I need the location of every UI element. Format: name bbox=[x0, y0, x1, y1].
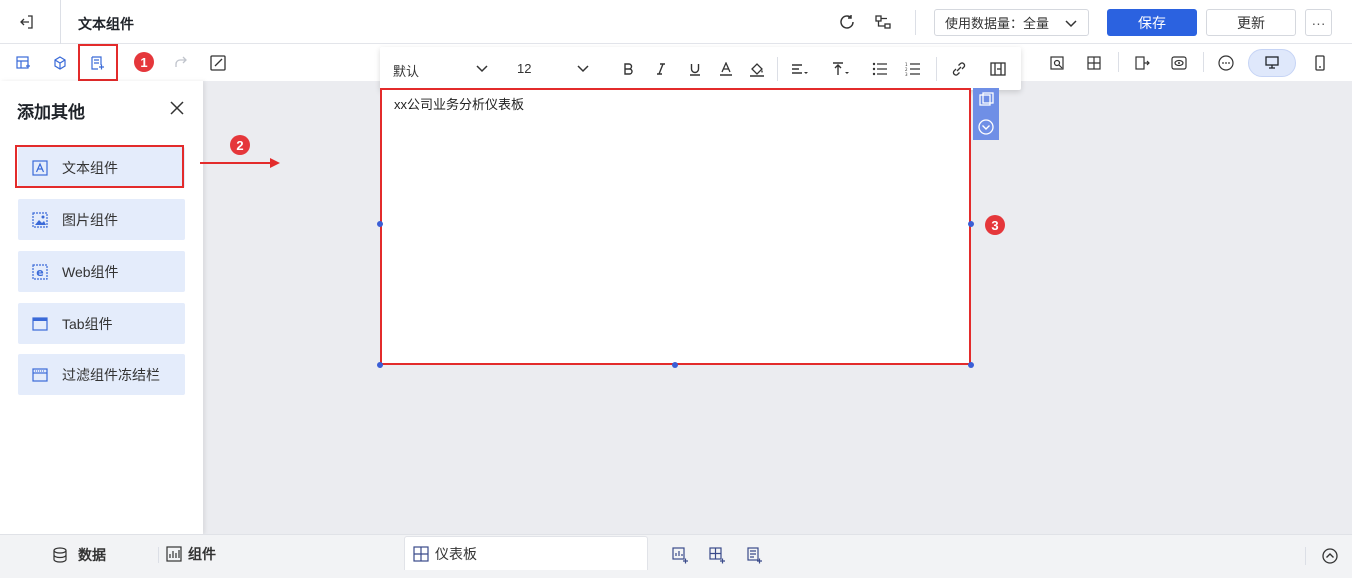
divider bbox=[60, 0, 61, 44]
page-title: 文本组件 bbox=[78, 16, 134, 32]
dashboard-tab-label: 仪表板 bbox=[435, 545, 477, 562]
dashboard-tab[interactable]: 仪表板 bbox=[404, 536, 648, 570]
underline-icon[interactable] bbox=[684, 58, 706, 80]
filter-freeze-item[interactable]: 过滤组件冻结栏 bbox=[18, 354, 185, 395]
resize-handle-left[interactable] bbox=[377, 221, 383, 227]
data-volume-select[interactable]: 使用数据量：全量 bbox=[934, 9, 1089, 36]
structure-icon[interactable] bbox=[870, 9, 896, 35]
chevron-down-icon bbox=[576, 61, 590, 78]
bullet-list-icon[interactable] bbox=[869, 58, 891, 80]
close-icon[interactable] bbox=[167, 98, 187, 118]
svg-text:3: 3 bbox=[905, 72, 908, 76]
desktop-view-toggle[interactable] bbox=[1248, 49, 1296, 77]
web-component-item[interactable]: e Web组件 bbox=[18, 251, 185, 292]
svg-text:e: e bbox=[36, 266, 43, 279]
link-icon[interactable] bbox=[948, 58, 970, 80]
edit-icon[interactable] bbox=[205, 50, 231, 76]
divider bbox=[915, 10, 916, 35]
arrow-right-icon bbox=[200, 158, 280, 168]
font-size-value: 12 bbox=[517, 61, 532, 76]
step-badge-2: 2 bbox=[230, 135, 250, 155]
add-dashboard-icon[interactable] bbox=[704, 542, 730, 568]
data-tab[interactable]: 数据 bbox=[52, 545, 106, 565]
font-color-icon[interactable] bbox=[715, 58, 737, 80]
font-family-value: 默认 bbox=[393, 64, 420, 79]
export-icon[interactable] bbox=[1129, 50, 1155, 76]
text-component-canvas[interactable]: xx公司业务分析仪表板 bbox=[380, 88, 971, 365]
tab-component-label: Tab组件 bbox=[62, 315, 113, 332]
step-badge-3: 3 bbox=[985, 215, 1005, 235]
eye-preview-icon[interactable] bbox=[1166, 50, 1192, 76]
add-table-icon[interactable] bbox=[10, 50, 36, 76]
tab-component-icon bbox=[32, 316, 48, 332]
numbered-list-icon[interactable]: 123 bbox=[902, 58, 924, 80]
divider bbox=[1118, 52, 1119, 72]
bold-icon[interactable] bbox=[617, 58, 639, 80]
redo-icon[interactable] bbox=[168, 50, 194, 76]
step-badge-1: 1 bbox=[134, 52, 154, 72]
vertical-align-icon[interactable] bbox=[830, 58, 852, 80]
highlight-text-component bbox=[15, 145, 184, 188]
add-sheet-icon[interactable] bbox=[667, 542, 693, 568]
align-left-icon[interactable] bbox=[789, 58, 811, 80]
chart-icon bbox=[166, 546, 182, 562]
resize-handle-bottom-left[interactable] bbox=[377, 362, 383, 368]
panel-title: 添加其他 bbox=[17, 103, 85, 122]
save-button[interactable]: 保存 bbox=[1107, 9, 1197, 36]
exit-icon[interactable] bbox=[14, 10, 40, 34]
text-format-toolbar: 默认 12 123 bbox=[380, 47, 1021, 90]
expand-down-icon[interactable] bbox=[977, 118, 995, 139]
dashboard-icon bbox=[413, 545, 429, 562]
resize-handle-bottom-right[interactable] bbox=[968, 362, 974, 368]
font-family-select[interactable]: 默认 bbox=[380, 53, 498, 83]
more-button[interactable]: ··· bbox=[1305, 9, 1332, 36]
highlight-add-other bbox=[78, 44, 118, 81]
font-size-select[interactable]: 12 bbox=[506, 53, 596, 83]
filter-freeze-label: 过滤组件冻结栏 bbox=[62, 366, 160, 383]
desktop-icon bbox=[1264, 54, 1280, 73]
divider bbox=[777, 57, 778, 81]
resize-handle-right[interactable] bbox=[968, 221, 974, 227]
resize-handle-bottom[interactable] bbox=[672, 362, 678, 368]
columns-icon[interactable] bbox=[987, 58, 1009, 80]
chevron-down-icon bbox=[1064, 16, 1078, 33]
preview-icon[interactable] bbox=[1044, 50, 1070, 76]
italic-icon[interactable] bbox=[650, 58, 672, 80]
copy-icon[interactable] bbox=[977, 92, 995, 111]
filter-freeze-icon bbox=[32, 367, 48, 383]
collapse-up-icon[interactable] bbox=[1317, 543, 1343, 569]
update-button[interactable]: 更新 bbox=[1206, 9, 1296, 36]
database-icon bbox=[52, 547, 68, 563]
data-volume-label: 使用数据量：全量 bbox=[945, 16, 1050, 31]
component-side-tools bbox=[973, 88, 999, 140]
bottom-bar: 数据 组件 仪表板 bbox=[0, 534, 1352, 578]
image-component-icon bbox=[32, 211, 48, 228]
component-tab[interactable]: 组件 bbox=[166, 544, 216, 564]
top-bar: 文本组件 使用数据量：全量 保存 更新 ··· bbox=[0, 0, 1352, 44]
add-cube-icon[interactable] bbox=[47, 50, 73, 76]
layout-grid-icon[interactable] bbox=[1081, 50, 1107, 76]
fill-color-icon[interactable] bbox=[746, 58, 768, 80]
web-component-label: Web组件 bbox=[62, 263, 119, 280]
divider bbox=[158, 547, 159, 563]
more-options-icon[interactable] bbox=[1213, 50, 1239, 76]
add-report-icon[interactable] bbox=[741, 542, 767, 568]
image-component-label: 图片组件 bbox=[62, 211, 118, 228]
image-component-item[interactable]: 图片组件 bbox=[18, 199, 185, 240]
component-tab-label: 组件 bbox=[188, 546, 216, 562]
divider bbox=[1203, 52, 1204, 72]
divider bbox=[936, 57, 937, 81]
refresh-icon[interactable] bbox=[834, 9, 860, 35]
canvas-text[interactable]: xx公司业务分析仪表板 bbox=[394, 94, 524, 113]
data-tab-label: 数据 bbox=[78, 547, 106, 563]
divider bbox=[1305, 547, 1306, 565]
tab-component-item[interactable]: Tab组件 bbox=[18, 303, 185, 344]
chevron-down-icon bbox=[475, 61, 489, 78]
web-component-icon: e bbox=[32, 263, 48, 280]
add-other-panel: 添加其他 文本组件 图片组件 e Web组件 Tab组件 过滤组件冻结栏 bbox=[0, 81, 203, 534]
mobile-icon[interactable] bbox=[1307, 50, 1333, 76]
